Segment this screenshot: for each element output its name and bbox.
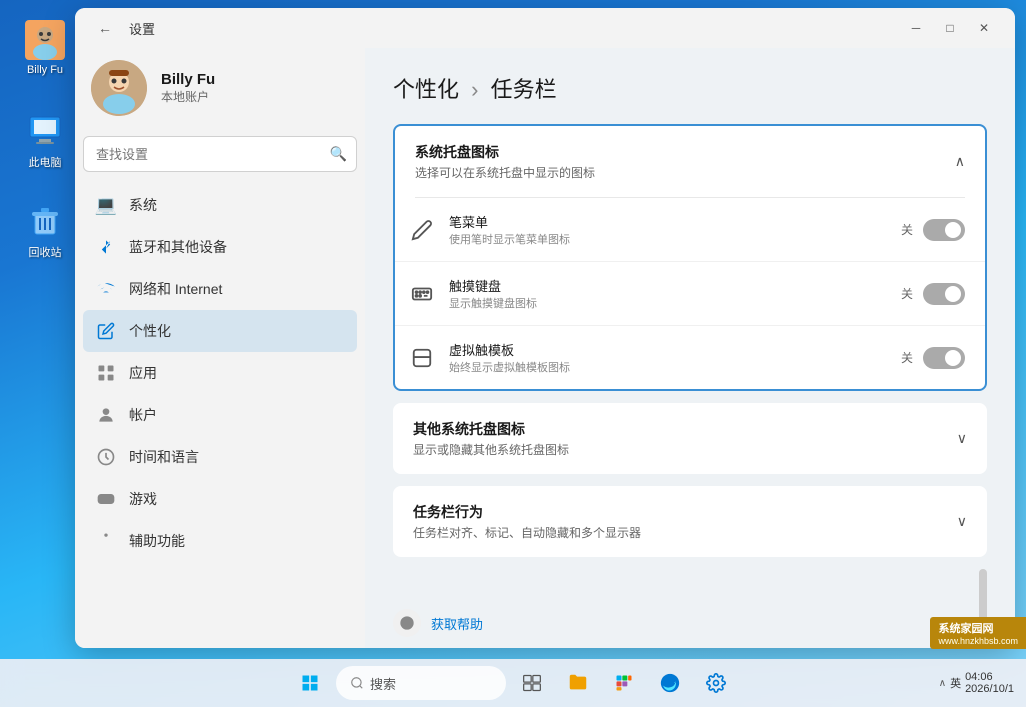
setting-row-virtual-touchpad: 虚拟触模板 始终显示虚拟触模板图标 关: [395, 326, 985, 389]
nav-item-network[interactable]: 网络和 Internet: [83, 268, 357, 310]
tray-clock: 04:06 2026/10/1: [965, 671, 1014, 695]
network-icon: [95, 278, 117, 300]
page-title: 个性化 › 任务栏: [393, 72, 987, 104]
file-explorer-button[interactable]: [558, 663, 598, 703]
virtual-touchpad-icon: [409, 345, 435, 371]
time-label: 时间和语言: [129, 447, 199, 467]
gaming-icon: [95, 488, 117, 510]
section-system-tray-header[interactable]: 系统托盘图标 选择可以在系统托盘中显示的图标 ∧: [395, 126, 985, 197]
system-label: 系统: [129, 195, 157, 215]
search-placeholder: 搜索: [370, 674, 396, 693]
personalization-icon: [95, 320, 117, 342]
sidebar: Billy Fu 本地账户 🔍 💻 系统 蓝牙和其他设备: [75, 48, 365, 648]
desktop-icon-this-pc-label: 此电脑: [29, 154, 62, 170]
virtual-touchpad-toggle[interactable]: [923, 347, 965, 369]
nav-item-gaming[interactable]: 游戏: [83, 478, 357, 520]
apps-label: 应用: [129, 363, 157, 383]
user-type: 本地账户: [161, 88, 215, 105]
section-other-tray-chevron: ∨: [957, 430, 967, 447]
personalization-label: 个性化: [129, 321, 171, 341]
start-button[interactable]: [290, 663, 330, 703]
maximize-button[interactable]: □: [935, 17, 965, 39]
section-other-tray: 其他系统托盘图标 显示或隐藏其他系统托盘图标 ∨: [393, 403, 987, 474]
bluetooth-icon: [95, 236, 117, 258]
tray-arrow[interactable]: ∧: [939, 678, 946, 689]
search-input[interactable]: [83, 136, 357, 172]
nav-item-time[interactable]: 时间和语言: [83, 436, 357, 478]
nav-item-system[interactable]: 💻 系统: [83, 184, 357, 226]
nav-item-accounts[interactable]: 帐户: [83, 394, 357, 436]
minimize-button[interactable]: ─: [901, 17, 931, 39]
tray-lang[interactable]: 英: [950, 675, 961, 691]
system-icon: 💻: [95, 194, 117, 216]
section-system-tray-chevron: ∧: [955, 153, 965, 170]
pen-menu-icon: [409, 217, 435, 243]
feedback-link[interactable]: 提供反馈: [393, 647, 987, 648]
accessibility-icon: [95, 530, 117, 552]
pen-menu-state-label: 关: [901, 221, 913, 238]
section-system-tray-title: 系统托盘图标: [415, 142, 595, 162]
watermark: 系统家园网 www.hnzkhbsb.com: [930, 617, 1026, 649]
help-label: 获取帮助: [431, 614, 483, 633]
window-title: 设置: [129, 19, 155, 38]
network-label: 网络和 Internet: [129, 279, 222, 299]
section-other-tray-header[interactable]: 其他系统托盘图标 显示或隐藏其他系统托盘图标 ∨: [393, 403, 987, 474]
time-icon: [95, 446, 117, 468]
section-system-tray: 系统托盘图标 选择可以在系统托盘中显示的图标 ∧ 笔菜单 使用笔时显示笔菜: [393, 124, 987, 391]
accounts-icon: [95, 404, 117, 426]
close-button[interactable]: ✕: [969, 17, 999, 39]
touch-keyboard-state-label: 关: [901, 285, 913, 302]
user-name: Billy Fu: [161, 71, 215, 88]
touch-keyboard-icon: [409, 281, 435, 307]
section-system-tray-subtitle: 选择可以在系统托盘中显示的图标: [415, 164, 595, 181]
pen-menu-name: 笔菜单: [449, 212, 570, 231]
setting-row-pen-menu: 笔菜单 使用笔时显示笔菜单图标 关: [395, 198, 985, 262]
settings-window: ← 设置 ─ □ ✕: [75, 8, 1015, 648]
help-link[interactable]: 获取帮助: [393, 609, 987, 637]
pen-menu-desc: 使用笔时显示笔菜单图标: [449, 231, 570, 247]
task-view-button[interactable]: [512, 663, 552, 703]
accessibility-label: 辅助功能: [129, 531, 185, 551]
desktop-icon-billy-fu[interactable]: Billy Fu: [10, 20, 80, 76]
section-other-tray-title: 其他系统托盘图标: [413, 419, 569, 439]
bluetooth-label: 蓝牙和其他设备: [129, 237, 227, 257]
main-panel: 个性化 › 任务栏 系统托盘图标 选择可以在系统托盘中显示的图标 ∧: [365, 48, 1015, 648]
gaming-label: 游戏: [129, 489, 157, 509]
nav-item-personalization[interactable]: 个性化: [83, 310, 357, 352]
touch-keyboard-toggle[interactable]: [923, 283, 965, 305]
edge-button[interactable]: [650, 663, 690, 703]
taskbar: 搜索 ∧ 英 04:06 2026/10/1: [0, 659, 1026, 707]
desktop-icon-recycle-bin[interactable]: 回收站: [10, 200, 80, 260]
avatar: [91, 60, 147, 116]
virtual-touchpad-desc: 始终显示虚拟触模板图标: [449, 359, 570, 375]
section-taskbar-behavior-subtitle: 任务栏对齐、标记、自动隐藏和多个显示器: [413, 524, 641, 541]
nav-item-apps[interactable]: 应用: [83, 352, 357, 394]
section-taskbar-behavior-chevron: ∨: [957, 513, 967, 530]
section-taskbar-behavior-header[interactable]: 任务栏行为 任务栏对齐、标记、自动隐藏和多个显示器 ∨: [393, 486, 987, 557]
title-bar: ← 设置 ─ □ ✕: [75, 8, 1015, 48]
desktop-icon-this-pc[interactable]: 此电脑: [10, 110, 80, 170]
settings-taskbar-button[interactable]: [696, 663, 736, 703]
section-other-tray-subtitle: 显示或隐藏其他系统托盘图标: [413, 441, 569, 458]
search-bar[interactable]: 搜索: [336, 666, 506, 700]
user-profile[interactable]: Billy Fu 本地账户: [83, 48, 357, 132]
accounts-label: 帐户: [129, 405, 157, 425]
nav-item-bluetooth[interactable]: 蓝牙和其他设备: [83, 226, 357, 268]
touch-keyboard-name: 触摸键盘: [449, 276, 537, 295]
section-taskbar-behavior-title: 任务栏行为: [413, 502, 641, 522]
desktop-icon-billy-fu-label: Billy Fu: [27, 64, 63, 76]
back-button[interactable]: ←: [91, 14, 119, 42]
touch-keyboard-desc: 显示触摸键盘图标: [449, 295, 537, 311]
apps-icon: [95, 362, 117, 384]
virtual-touchpad-name: 虚拟触模板: [449, 340, 570, 359]
apps-button[interactable]: [604, 663, 644, 703]
virtual-touchpad-state-label: 关: [901, 349, 913, 366]
setting-row-touch-keyboard: 触摸键盘 显示触摸键盘图标 关: [395, 262, 985, 326]
search-icon: 🔍: [330, 146, 347, 163]
nav-item-accessibility[interactable]: 辅助功能: [83, 520, 357, 562]
pen-menu-toggle[interactable]: [923, 219, 965, 241]
section-taskbar-behavior: 任务栏行为 任务栏对齐、标记、自动隐藏和多个显示器 ∨: [393, 486, 987, 557]
desktop-icon-recycle-bin-label: 回收站: [29, 244, 62, 260]
